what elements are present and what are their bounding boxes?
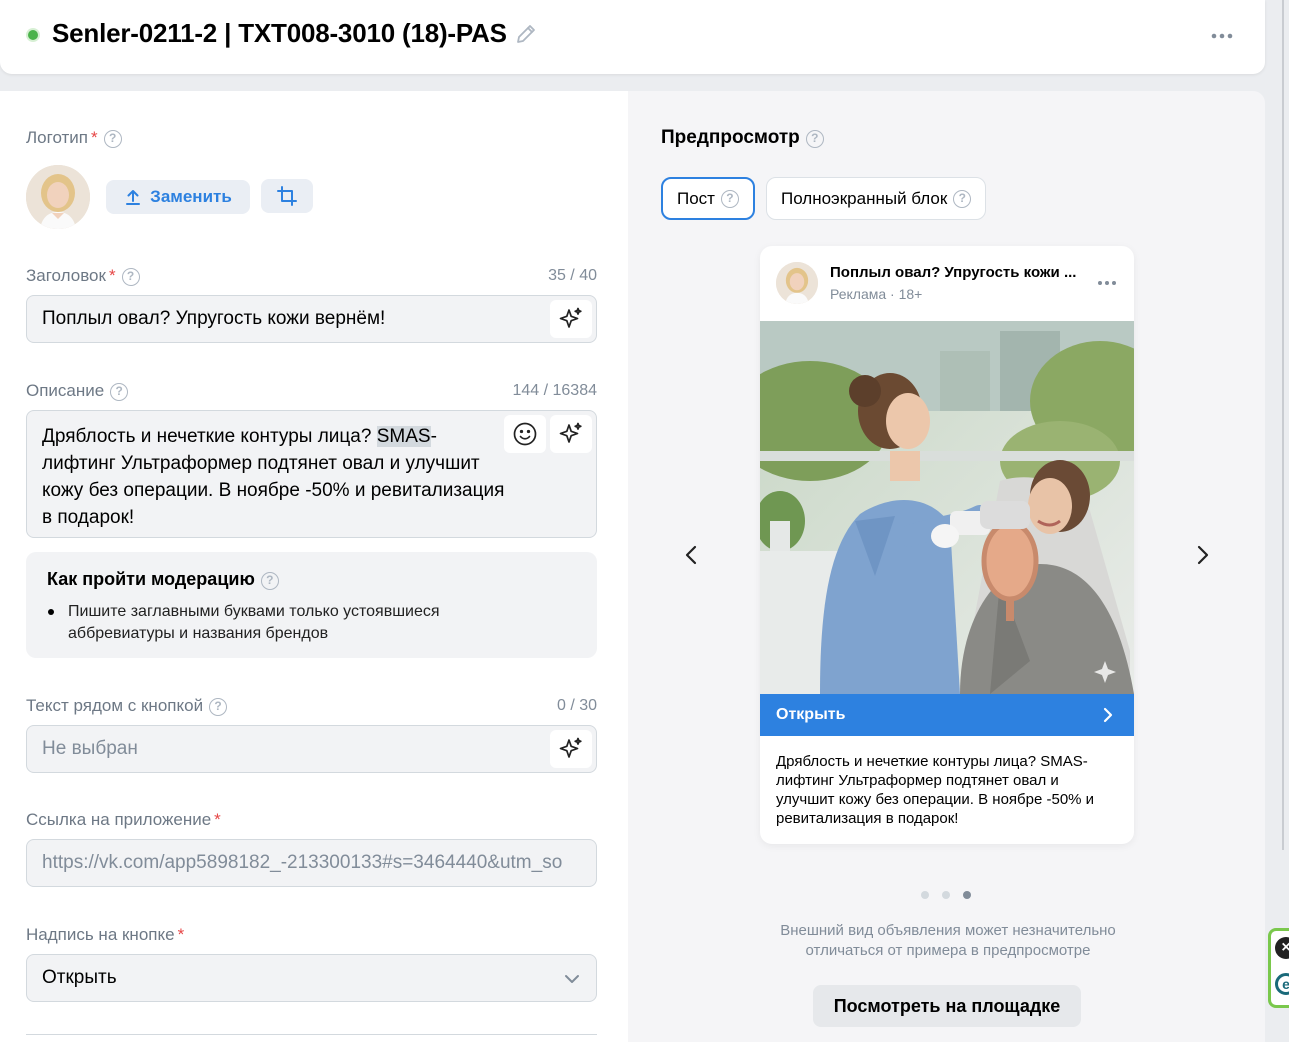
button-text-counter: 0 / 30 xyxy=(556,697,597,714)
preview-panel: Предпросмотр? Пост? Полноэкранный блок? … xyxy=(628,91,1265,1042)
ad-form-panel: Логотип *? Заменить Заголовок *? 35 / 40 П… xyxy=(0,91,628,1042)
app-link-label: Ссылка на приложение * xyxy=(26,810,221,829)
moderation-item: Пишите заглавными буквами только устоявш… xyxy=(68,603,440,642)
card-subtitle: Реклама · 18+ xyxy=(830,286,923,302)
chevron-down-icon xyxy=(565,975,579,983)
moderation-title: Как пройти модерацию? xyxy=(47,569,279,590)
moderation-tip: Как пройти модерацию? Пишите заглавными … xyxy=(26,552,597,658)
logo-label: Логотип *? xyxy=(26,128,122,148)
help-icon[interactable]: ? xyxy=(720,189,739,208)
chevron-left-icon[interactable] xyxy=(680,543,704,567)
pagination-dot[interactable] xyxy=(942,891,950,899)
app-link-input[interactable]: https://vk.com/app5898182_-213300133#s=3… xyxy=(26,839,597,887)
logo-avatar xyxy=(26,165,90,229)
description-value: Дряблость и нечеткие контуры лица? SMAS-… xyxy=(42,426,505,528)
cosmetology-photo xyxy=(760,321,1134,694)
description-counter: 144 / 16384 xyxy=(512,382,597,399)
status-indicator xyxy=(28,30,38,40)
headline-input[interactable]: Поплыл овал? Упругость кожи вернём! xyxy=(26,295,597,343)
woman-portrait-image xyxy=(26,165,90,229)
headline-label: Заголовок *? xyxy=(26,266,140,286)
button-caption-label: Надпись на кнопке * xyxy=(26,925,185,944)
section-divider xyxy=(26,1034,597,1035)
button-text-placeholder: Не выбран xyxy=(42,738,138,759)
help-icon[interactable]: ? xyxy=(110,383,129,401)
button-caption-select[interactable]: Открыть xyxy=(26,954,597,1002)
tab-fullscreen-block[interactable]: Полноэкранный блок? xyxy=(766,177,987,220)
app-link-value: https://vk.com/app5898182_-213300133#s=3… xyxy=(42,852,563,873)
preview-title: Предпросмотр? xyxy=(661,127,824,149)
description-label: Описание? xyxy=(26,381,129,401)
close-icon[interactable]: × xyxy=(1275,937,1289,959)
view-on-platform-button[interactable]: Посмотреть на площадке xyxy=(813,985,1081,1027)
card-title: Поплыл овал? Упругость кожи ... xyxy=(830,264,1077,281)
replace-logo-button[interactable]: Заменить xyxy=(106,180,250,214)
help-icon[interactable]: ? xyxy=(121,268,140,286)
more-horizontal-icon[interactable] xyxy=(1096,272,1118,294)
button-caption-value: Открыть xyxy=(42,967,117,988)
card-avatar xyxy=(776,262,818,304)
page-title: Senler-0211-2 | TXT008-3010 (18)-PAS xyxy=(52,18,507,48)
ad-image xyxy=(760,321,1134,694)
replace-logo-label: Заменить xyxy=(150,187,232,206)
emoji-button[interactable] xyxy=(504,415,546,453)
card-description: Дряблость и нечеткие контуры лица? SMAS-… xyxy=(776,753,1095,827)
sparkle-icon xyxy=(559,422,582,443)
ai-generate-button[interactable] xyxy=(550,730,592,768)
chevron-right-icon[interactable] xyxy=(1190,543,1214,567)
headline-counter: 35 / 40 xyxy=(548,267,597,284)
help-icon[interactable]: ? xyxy=(209,698,228,716)
page-scroll-edge xyxy=(1282,0,1284,850)
button-text-label: Текст рядом с кнопкой? xyxy=(26,696,228,716)
list-bullet xyxy=(48,609,54,615)
pagination-dot[interactable] xyxy=(921,891,929,899)
headline-value: Поплыл овал? Упругость кожи вернём! xyxy=(42,308,386,329)
more-horizontal-icon[interactable] xyxy=(1210,24,1234,48)
upload-icon xyxy=(126,190,141,205)
ad-preview-card: Поплыл овал? Упругость кожи ... Реклама … xyxy=(760,246,1134,844)
ai-generate-button[interactable] xyxy=(550,300,592,338)
sparkle-icon xyxy=(559,737,582,758)
description-textarea[interactable]: Дряблость и нечеткие контуры лица? SMAS-… xyxy=(26,410,597,538)
sparkle-icon xyxy=(559,307,582,328)
preview-disclaimer: Внешний вид объявления может незначитель… xyxy=(780,922,1116,959)
page-header: Senler-0211-2 | TXT008-3010 (18)-PAS xyxy=(0,0,1265,74)
help-icon[interactable]: ? xyxy=(805,130,824,148)
smile-icon xyxy=(513,422,537,446)
crop-logo-button[interactable] xyxy=(261,179,313,213)
crop-icon xyxy=(277,186,297,206)
help-icon[interactable]: ? xyxy=(260,572,279,590)
ai-generate-button[interactable] xyxy=(550,415,592,453)
pencil-icon[interactable] xyxy=(514,22,538,46)
button-text-input[interactable]: Не выбран xyxy=(26,725,597,773)
card-cta-button[interactable]: Открыть xyxy=(760,694,1134,736)
help-icon[interactable]: ? xyxy=(103,130,122,148)
help-icon[interactable]: ? xyxy=(953,189,972,208)
pagination-dot-active[interactable] xyxy=(963,891,971,899)
chevron-right-icon xyxy=(1103,707,1113,723)
carousel-pagination xyxy=(921,891,971,899)
extension-widget[interactable]: × e xyxy=(1268,928,1289,1008)
extension-logo-icon[interactable]: e xyxy=(1275,973,1289,995)
woman-portrait-image xyxy=(776,262,818,304)
tab-post[interactable]: Пост? xyxy=(661,177,755,220)
